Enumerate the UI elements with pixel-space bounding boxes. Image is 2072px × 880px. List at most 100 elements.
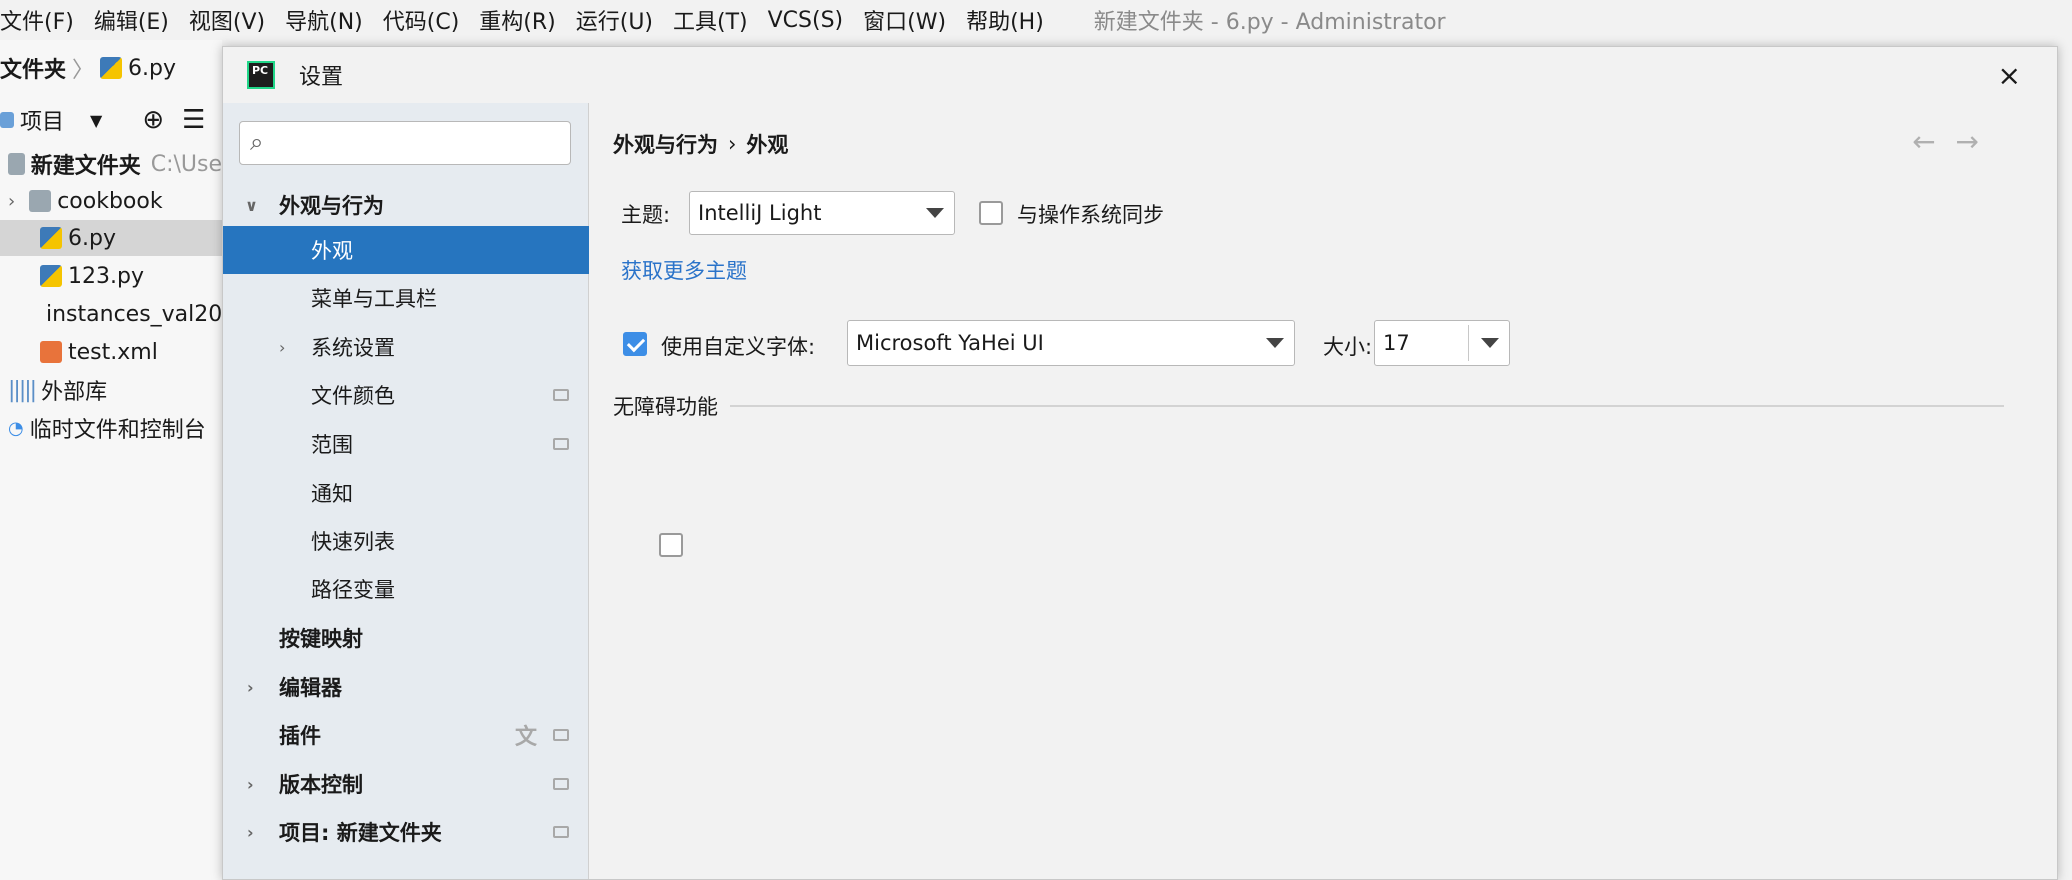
window-title: 新建文件夹 - 6.py - Administrator [1093, 10, 1446, 35]
nav-label: 编辑器 [279, 676, 342, 700]
nav-label: 路径变量 [311, 578, 395, 602]
menu-vcs[interactable]: VCS(S) [768, 8, 844, 33]
nav-plugins[interactable]: 插件 文 [223, 711, 589, 759]
translate-icon: 文 [514, 725, 537, 750]
ide-right-edge [2058, 40, 2072, 880]
accessibility-section: 无障碍功能 [613, 391, 2004, 421]
tree-label: 123.py [68, 263, 144, 289]
menu-file[interactable]: 文件(F) [0, 4, 74, 36]
menu-view[interactable]: 视图(V) [189, 4, 265, 36]
nav-keymap[interactable]: 按键映射 [223, 614, 589, 662]
tree-item-cookbook[interactable]: › cookbook [0, 183, 222, 219]
dialog-title: 设置 [299, 65, 344, 90]
screen-reader-checkbox[interactable] [659, 533, 683, 557]
breadcrumb-file[interactable]: 6.py [128, 56, 176, 81]
scratch-icon: ◔ [8, 417, 24, 439]
menu-code[interactable]: 代码(C) [383, 4, 460, 36]
breadcrumb-separator: › [728, 132, 737, 156]
size-label: 大小: [1323, 335, 1373, 359]
ide-breadcrumb: 文件夹 〉 6.py [0, 52, 176, 84]
nav-file-colors[interactable]: 文件颜色 [223, 371, 589, 419]
nav-version-control[interactable]: › 版本控制 [223, 760, 589, 808]
tree-root[interactable]: 新建文件夹 C:\Use [0, 146, 222, 182]
nav-label: 通知 [311, 482, 353, 506]
chevron-down-icon [926, 208, 944, 218]
project-icon [0, 112, 14, 128]
nav-editor[interactable]: › 编辑器 [223, 663, 589, 711]
project-toolbar: 项目 ▼ ⊕ ☰ [0, 104, 205, 136]
dialog-header: PC 设置 × [223, 47, 2057, 103]
nav-project[interactable]: › 项目: 新建文件夹 [223, 808, 589, 856]
get-more-themes-link[interactable]: 获取更多主题 [621, 255, 747, 285]
close-icon[interactable]: × [1998, 59, 2021, 92]
custom-font-checkbox[interactable] [623, 332, 647, 356]
settings-breadcrumb: 外观与行为 › 外观 [613, 129, 788, 159]
nav-scopes[interactable]: 范围 [223, 420, 589, 468]
nav-path-variables[interactable]: 路径变量 [223, 565, 589, 613]
menu-window[interactable]: 窗口(W) [863, 4, 946, 36]
menu-edit[interactable]: 编辑(E) [94, 4, 169, 36]
chevron-right-icon: 〉 [72, 58, 95, 83]
menu-run[interactable]: 运行(U) [576, 4, 653, 36]
xml-file-icon [40, 341, 62, 363]
project-scope-icon [553, 438, 569, 450]
font-select[interactable]: Microsoft YaHei UI [847, 320, 1295, 366]
tree-item-123py[interactable]: 123.py [0, 258, 222, 294]
tree-label: 新建文件夹 [30, 154, 141, 179]
nav-menus-toolbars[interactable]: 菜单与工具栏 [223, 274, 589, 322]
nav-system-settings[interactable]: › 系统设置 [223, 323, 589, 371]
tree-item-6py[interactable]: 6.py [0, 220, 222, 256]
chevron-down-icon [1481, 338, 1499, 348]
nav-quick-lists[interactable]: 快速列表 [223, 517, 589, 565]
tree-item-instances[interactable]: instances_val20 [0, 296, 222, 332]
theme-value: IntelliJ Light [698, 201, 822, 225]
settings-nav: ⌕ ∨ 外观与行为 外观 菜单与工具栏 › 系统设置 文件颜色 范围 通知 快速… [223, 103, 589, 879]
menu-refactor[interactable]: 重构(R) [479, 4, 555, 36]
chevron-right-icon[interactable]: › [8, 191, 15, 212]
theme-select[interactable]: IntelliJ Light [689, 191, 955, 235]
nav-label: 外观与行为 [279, 194, 384, 218]
project-scope-icon [553, 778, 569, 790]
chevron-right-icon[interactable]: › [279, 338, 285, 357]
tree-item-testxml[interactable]: test.xml [0, 334, 222, 370]
project-scope-icon [553, 389, 569, 401]
chevron-right-icon[interactable]: › [247, 678, 254, 697]
tree-path: C:\Use [150, 151, 222, 177]
chevron-down-icon [1266, 338, 1284, 348]
chevron-right-icon[interactable]: › [247, 823, 254, 842]
font-size-select[interactable]: 17 [1374, 320, 1510, 366]
project-scope-icon [553, 729, 569, 741]
sync-os-checkbox[interactable] [979, 201, 1003, 225]
settings-search-input[interactable]: ⌕ [239, 121, 571, 165]
menu-navigate[interactable]: 导航(N) [285, 4, 363, 36]
locate-icon[interactable]: ⊕ [142, 105, 164, 135]
nav-label: 菜单与工具栏 [311, 287, 437, 311]
settings-content: 外观与行为 › 外观 ←→ 主题: IntelliJ Light 与操作系统同步… [589, 103, 2057, 879]
settings-dialog: PC 设置 × ⌕ ∨ 外观与行为 外观 菜单与工具栏 › 系统设置 文件颜色 … [222, 46, 2058, 880]
nav-appearance[interactable]: 外观 [223, 226, 589, 274]
menubar: 文件(F) 编辑(E) 视图(V) 导航(N) 代码(C) 重构(R) 运行(U… [0, 0, 2072, 40]
project-scope-icon [553, 826, 569, 838]
project-view-label[interactable]: 项目 [20, 104, 64, 136]
chevron-down-icon[interactable]: ∨ [245, 196, 258, 215]
breadcrumb-parent[interactable]: 外观与行为 [613, 129, 718, 159]
menu-help[interactable]: 帮助(H) [966, 4, 1044, 36]
divider [1468, 325, 1469, 361]
back-arrow-icon[interactable]: ← [1912, 125, 1955, 158]
nav-label: 范围 [311, 433, 353, 457]
menu-tools[interactable]: 工具(T) [673, 4, 748, 36]
chevron-right-icon[interactable]: › [247, 775, 254, 794]
breadcrumb-folder[interactable]: 文件夹 [0, 52, 66, 84]
tree-item-scratches[interactable]: ◔ 临时文件和控制台 [0, 410, 222, 446]
library-icon: ||||| [8, 377, 37, 403]
tree-item-external-libs[interactable]: ||||| 外部库 [0, 372, 222, 408]
section-title: 无障碍功能 [613, 395, 718, 419]
forward-arrow-icon[interactable]: → [1956, 125, 1999, 158]
nav-label: 外观 [311, 239, 353, 263]
collapse-icon[interactable]: ☰ [182, 105, 205, 135]
nav-notifications[interactable]: 通知 [223, 469, 589, 517]
nav-label: 版本控制 [279, 773, 363, 797]
nav-appearance-behavior[interactable]: ∨ 外观与行为 [223, 181, 589, 229]
font-value: Microsoft YaHei UI [856, 331, 1044, 355]
chevron-down-icon[interactable]: ▼ [90, 111, 102, 130]
